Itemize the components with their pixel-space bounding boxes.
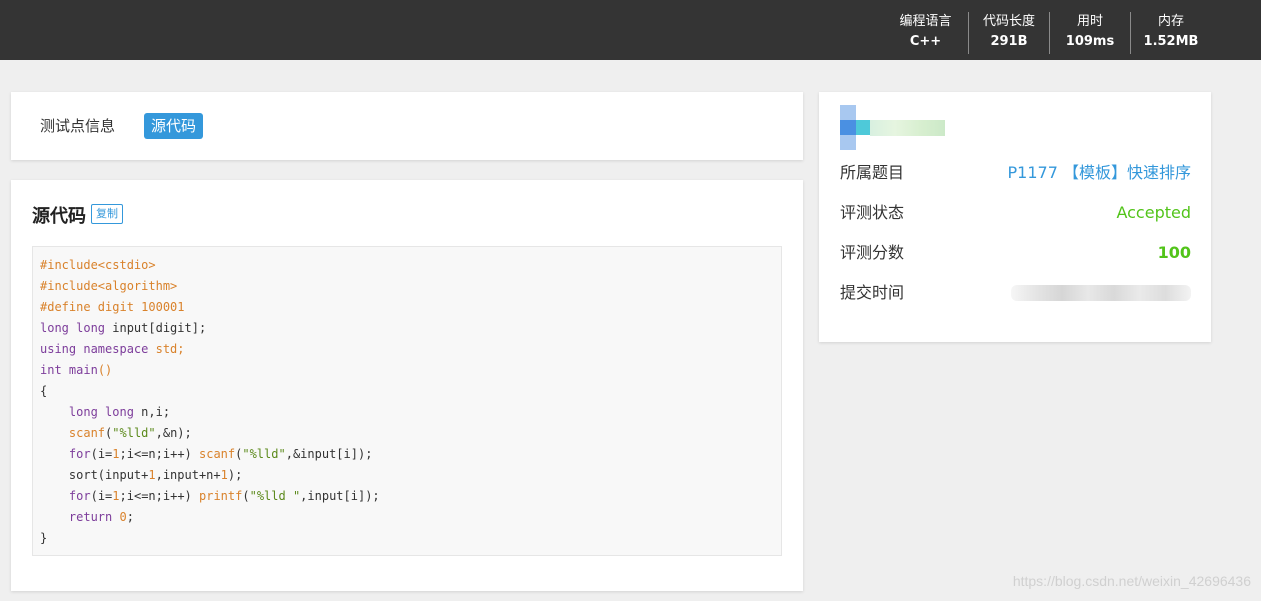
- problem-link[interactable]: P1177 【模板】快速排序: [1008, 161, 1191, 185]
- source-code-title: 源代码: [32, 206, 86, 227]
- stat-code-length: 代码长度 291B: [968, 12, 1049, 54]
- code-line: for(i=1;i<=n;i++) scanf("%lld",&input[i]…: [68, 447, 373, 461]
- source-code-card: 源代码 复制 #include<cstdio> #include<algorith…: [11, 180, 803, 591]
- tab-card: 测试点信息 源代码: [11, 92, 803, 160]
- problem-label: 所属题目: [840, 163, 905, 182]
- code-line: scanf("%lld",&n);: [68, 426, 192, 440]
- code-line: #include<cstdio>: [40, 258, 156, 272]
- submit-time-label: 提交时间: [840, 283, 905, 302]
- code-line: using namespace std;: [40, 342, 185, 356]
- stat-language-label: 编程语言: [899, 14, 952, 29]
- code-line: long long input[digit];: [40, 321, 207, 335]
- info-row-problem: 所属题目 P1177 【模板】快速排序: [840, 161, 1191, 185]
- score-value: 100: [1157, 243, 1191, 262]
- stat-memory-label: 内存: [1157, 14, 1184, 29]
- code-line: }: [40, 531, 48, 545]
- submit-time-blurred: [1011, 285, 1191, 301]
- stat-language-value: C++: [909, 34, 942, 49]
- stat-time-value: 109ms: [1065, 34, 1115, 49]
- status-value: Accepted: [1116, 203, 1191, 222]
- code-line: {: [40, 384, 48, 398]
- code-line: for(i=1;i<=n;i++) printf("%lld ",input[i…: [68, 489, 380, 503]
- info-row-score: 评测分数 100: [840, 241, 1191, 265]
- stat-code-length-value: 291B: [990, 34, 1028, 49]
- top-bar: 编程语言 C++ 代码长度 291B 用时 109ms 内存 1.52MB: [0, 0, 1261, 60]
- code-line: #define digit 100001: [40, 300, 185, 314]
- info-row-submit-time: 提交时间: [840, 281, 1191, 305]
- user-avatar[interactable]: [840, 105, 870, 150]
- code-line: long long n,i;: [68, 405, 171, 419]
- stat-time-label: 用时: [1076, 14, 1103, 29]
- info-row-status: 评测状态 Accepted: [840, 201, 1191, 225]
- stat-code-length-label: 代码长度: [982, 14, 1035, 29]
- score-label: 评测分数: [840, 243, 905, 262]
- tab-source-code[interactable]: 源代码: [144, 113, 204, 139]
- stat-time: 用时 109ms: [1049, 12, 1130, 54]
- submission-stats: 编程语言 C++ 代码长度 291B 用时 109ms 内存 1.52MB: [883, 12, 1211, 54]
- submission-info-card: 所属题目 P1177 【模板】快速排序 评测状态 Accepted 评测分数 1…: [819, 92, 1211, 342]
- tab-test-info[interactable]: 测试点信息: [33, 113, 122, 139]
- stat-language: 编程语言 C++: [883, 12, 968, 54]
- watermark: https://blog.csdn.net/weixin_42696436: [1012, 573, 1251, 589]
- stat-memory: 内存 1.52MB: [1130, 12, 1211, 54]
- stat-memory-value: 1.52MB: [1143, 34, 1199, 49]
- status-label: 评测状态: [840, 203, 905, 222]
- code-line: sort(input+1,input+n+1);: [40, 468, 243, 482]
- code-line: return 0;: [68, 510, 134, 524]
- code-line: #include<algorithm>: [40, 279, 178, 293]
- code-line: int main(): [40, 363, 113, 377]
- code-block[interactable]: #include<cstdio> #include<algorithm> #defi…: [32, 246, 782, 556]
- username-blurred[interactable]: [870, 120, 945, 136]
- copy-button[interactable]: 复制: [91, 204, 123, 224]
